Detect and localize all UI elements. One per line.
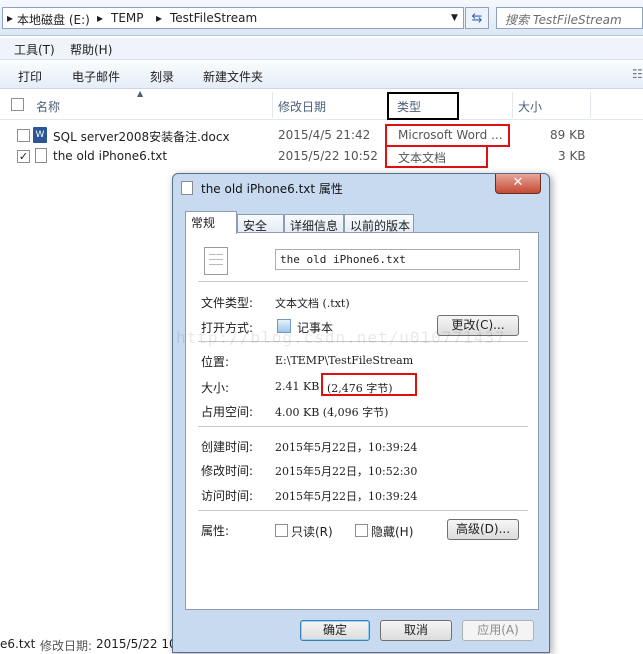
chevron-right-icon[interactable]: ▸ [156,11,162,25]
column-divider[interactable] [590,92,591,118]
search-input[interactable]: 搜索 TestFileStream [496,7,643,29]
ok-button[interactable]: 确定 [300,620,370,641]
general-panel: the old iPhone6.txt 文件类型: 文本文档 (.txt) 打开… [176,232,539,610]
select-all-checkbox[interactable] [11,98,24,111]
tab-bar: 常规 安全 详细信息 以前的版本 [185,211,539,234]
menu-tools[interactable]: 工具(T) [14,41,55,58]
status-modified-value: 2015/5/22 10 [96,637,177,651]
hidden-checkbox[interactable] [355,524,368,537]
word-doc-icon: W [33,127,47,143]
column-size[interactable]: 大小 [518,98,542,115]
command-bar: 打印 电子邮件 刻录 新建文件夹 ☷ [0,61,643,89]
divider [198,510,528,511]
accessed-label: 访问时间: [201,489,254,503]
type-highlight-box [385,145,488,168]
breadcrumb-temp[interactable]: TEMP [111,11,144,25]
accessed-value: 2015年5月22日，10:39:24 [275,490,418,503]
column-modified[interactable]: 修改日期 [278,98,326,115]
column-divider[interactable] [272,92,273,118]
status-bar: e6.txt 修改日期: 2015/5/22 10 [0,636,180,653]
file-name[interactable]: the old iPhone6.txt [53,149,167,163]
hidden-label[interactable]: 隐藏(H) [371,523,413,540]
table-row[interactable]: ✓ the old iPhone6.txt 2015/5/22 10:52 文本… [0,146,643,167]
tab-security[interactable]: 安全 [237,214,284,233]
file-modified: 2015/5/22 10:52 [278,149,378,163]
text-file-icon [35,148,47,163]
modified-value: 2015年5月22日，10:52:30 [275,465,418,478]
filename-field[interactable]: the old iPhone6.txt [275,249,520,270]
location-label: 位置: [201,355,230,369]
modified-label: 修改时间: [201,464,254,478]
divider [198,281,528,282]
menu-help[interactable]: 帮助(H) [70,41,112,58]
disk-size-value: 4.00 KB (4,096 字节) [275,406,389,419]
size-label: 大小: [201,381,230,395]
readonly-checkbox[interactable] [275,524,288,537]
properties-dialog: the old iPhone6.txt 属性 ✕ 常规 安全 详细信息 以前的版… [172,173,550,653]
breadcrumb-folder[interactable]: TestFileStream [170,11,257,25]
file-size: 3 KB [558,149,586,163]
divider [198,426,528,427]
tab-details[interactable]: 详细信息 [284,214,344,233]
view-options-icon[interactable]: ☷ [632,67,643,81]
disk-size-label: 占用空间: [201,405,254,419]
file-modified: 2015/4/5 21:42 [278,128,371,142]
tab-general[interactable]: 常规 [185,211,237,234]
created-value: 2015年5月22日，10:39:24 [275,441,418,454]
file-type-label: 文件类型: [201,296,254,310]
row-checkbox[interactable] [17,129,30,142]
email-button[interactable]: 电子邮件 [72,68,120,85]
breadcrumb[interactable]: ▸ 本地磁盘 (E:) ▸ TEMP ▸ TestFileStream ▼ [2,7,464,29]
size-value: 2.41 KB [275,380,320,393]
text-file-icon [181,181,193,195]
burn-button[interactable]: 刻录 [150,68,174,85]
created-label: 创建时间: [201,440,254,454]
status-modified-label: 修改日期: [40,639,93,653]
print-button[interactable]: 打印 [18,68,42,85]
type-highlight-box [385,124,510,147]
type-header-highlight [387,92,459,120]
sort-arrow-icon: ▲ [137,89,144,98]
dialog-title: the old iPhone6.txt 属性 [201,182,343,196]
tab-previous-versions[interactable]: 以前的版本 [344,214,414,233]
status-filename: e6.txt [0,637,36,651]
watermark: http://blog.csdn.net/u010771437 [176,328,506,347]
table-row[interactable]: W SQL server2008安装备注.docx 2015/4/5 21:42… [0,125,643,146]
column-divider[interactable] [512,92,513,118]
attributes-label: 属性: [201,524,230,538]
row-checkbox[interactable]: ✓ [17,150,30,163]
new-folder-button[interactable]: 新建文件夹 [203,68,263,85]
text-file-icon [204,247,228,275]
file-size: 89 KB [550,128,586,142]
file-name[interactable]: SQL server2008安装备注.docx [53,128,230,145]
chevron-right-icon: ▸ [7,11,14,25]
chevron-right-icon[interactable]: ▸ [97,11,103,25]
menu-bar: 工具(T) 帮助(H) [0,38,643,60]
readonly-label[interactable]: 只读(R) [291,523,333,540]
apply-button[interactable]: 应用(A) [462,620,534,641]
location-value: E:\TEMP\TestFileStream [275,354,414,367]
refresh-icon[interactable]: ⇆ [465,7,489,29]
column-name[interactable]: 名称 [36,98,60,115]
size-highlight-box [321,373,417,396]
close-button[interactable]: ✕ [495,174,541,194]
dropdown-arrow-icon[interactable]: ▼ [451,13,458,23]
file-type-value: 文本文档 (.txt) [275,297,350,310]
breadcrumb-drive[interactable]: 本地磁盘 (E:) [17,11,90,28]
address-bar: ▸ 本地磁盘 (E:) ▸ TEMP ▸ TestFileStream ▼ ⇆ … [0,0,643,36]
column-header: 名称 ▲ 修改日期 类型 大小 [0,89,643,120]
advanced-button[interactable]: 高级(D)... [447,519,519,540]
cancel-button[interactable]: 取消 [380,620,452,641]
